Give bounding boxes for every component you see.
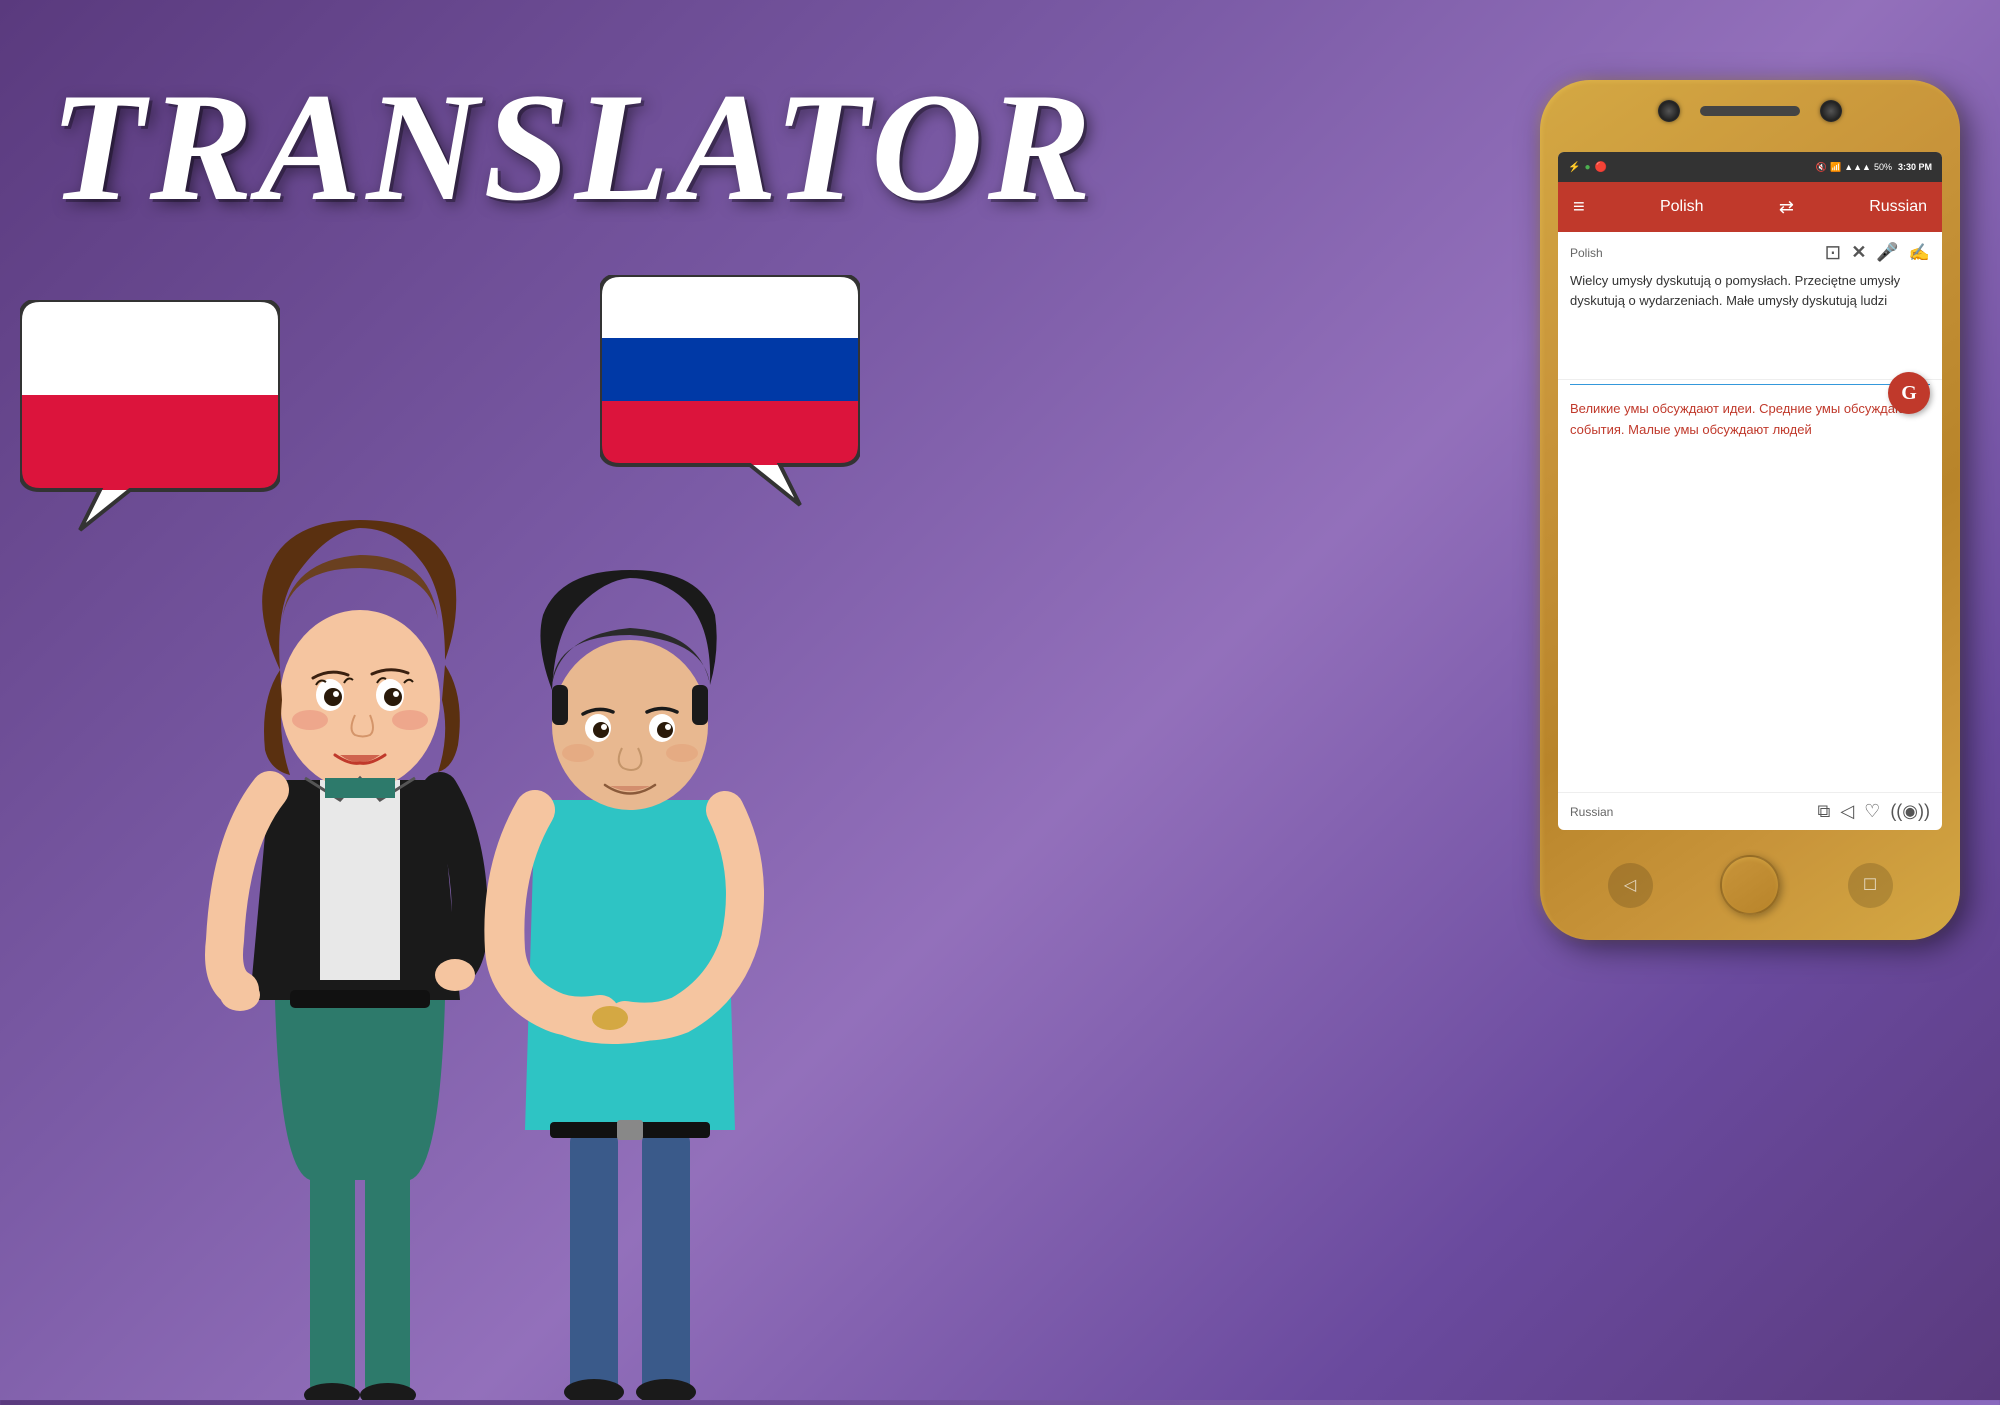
signal-icon: ▲▲▲ [1844,162,1871,172]
copy-input-button[interactable]: ⊡ [1825,240,1842,265]
output-lang-label: Russian [1570,805,1613,819]
russian-flag-bubble [600,275,860,515]
output-toolbar: ⧉ ◁ ♡ ((◉)) [1817,801,1930,822]
divider-row: G [1558,380,1942,389]
notification-dot: ● [1584,162,1590,173]
input-area: Polish ⊡ ✕ 🎤 ✍ Wielcy umysły dyskutują o… [1558,232,1942,380]
translate-button[interactable]: G [1888,372,1930,414]
front-camera-2 [1820,100,1842,122]
listen-output-button[interactable]: ((◉)) [1890,801,1930,822]
menu-button[interactable]: ≡ [1573,196,1585,219]
status-bar-right: 🔇 📶 ▲▲▲ 50% 3:30 PM [1816,162,1932,173]
recent-apps-button[interactable]: ☐ [1848,863,1893,908]
source-language[interactable]: Polish [1660,198,1704,216]
divider-line [1570,384,1930,385]
share-output-button[interactable]: ◁ [1840,801,1854,822]
input-text[interactable]: Wielcy umysły dyskutują o pomysłach. Prz… [1570,271,1930,371]
input-lang-label: Polish [1570,246,1603,260]
copy-output-button[interactable]: ⧉ [1817,801,1830,822]
back-button[interactable]: ◁ [1608,863,1653,908]
phone-bottom-buttons: ◁ ☐ [1540,845,1960,925]
clear-input-button[interactable]: ✕ [1851,242,1866,263]
output-text: Великие умы обсуждают идеи. Средние умы … [1570,399,1930,441]
speaker-grille [1700,106,1800,116]
status-bar-left: ⚡ ● 🔴 [1568,162,1607,173]
app-title: TRANSLATOR [50,70,1096,225]
handwrite-input-button[interactable]: ✍ [1909,243,1930,263]
mute-icon: 🔇 [1816,162,1827,173]
polish-flag-bubble [20,300,280,540]
mic-input-button[interactable]: 🎤 [1876,242,1898,263]
app-header: ≡ Polish ⇄ Russian [1558,182,1942,232]
target-language[interactable]: Russian [1869,198,1927,216]
swap-languages-button[interactable]: ⇄ [1779,197,1794,218]
battery-percentage: 50% [1874,162,1892,172]
security-icon: 🔴 [1595,162,1607,173]
input-lang-row: Polish ⊡ ✕ 🎤 ✍ [1570,240,1930,265]
status-bar: ⚡ ● 🔴 🔇 📶 ▲▲▲ 50% 3:30 PM [1558,152,1942,182]
current-time: 3:30 PM [1898,162,1932,172]
wifi-icon: 📶 [1830,162,1841,173]
front-camera [1658,100,1680,122]
output-footer: Russian ⧉ ◁ ♡ ((◉)) [1558,792,1942,830]
input-toolbar: ⊡ ✕ 🎤 ✍ [1825,240,1930,265]
output-area: Великие умы обсуждают идеи. Средние умы … [1558,389,1942,792]
favorite-output-button[interactable]: ♡ [1864,801,1880,822]
usb-icon: ⚡ [1568,162,1580,173]
phone-container: ⚡ ● 🔴 🔇 📶 ▲▲▲ 50% 3:30 PM ≡ Polish ⇄ Rus… [1540,80,1960,960]
phone-screen: ⚡ ● 🔴 🔇 📶 ▲▲▲ 50% 3:30 PM ≡ Polish ⇄ Rus… [1558,152,1942,830]
male-character [470,570,790,1400]
home-button[interactable] [1720,855,1780,915]
